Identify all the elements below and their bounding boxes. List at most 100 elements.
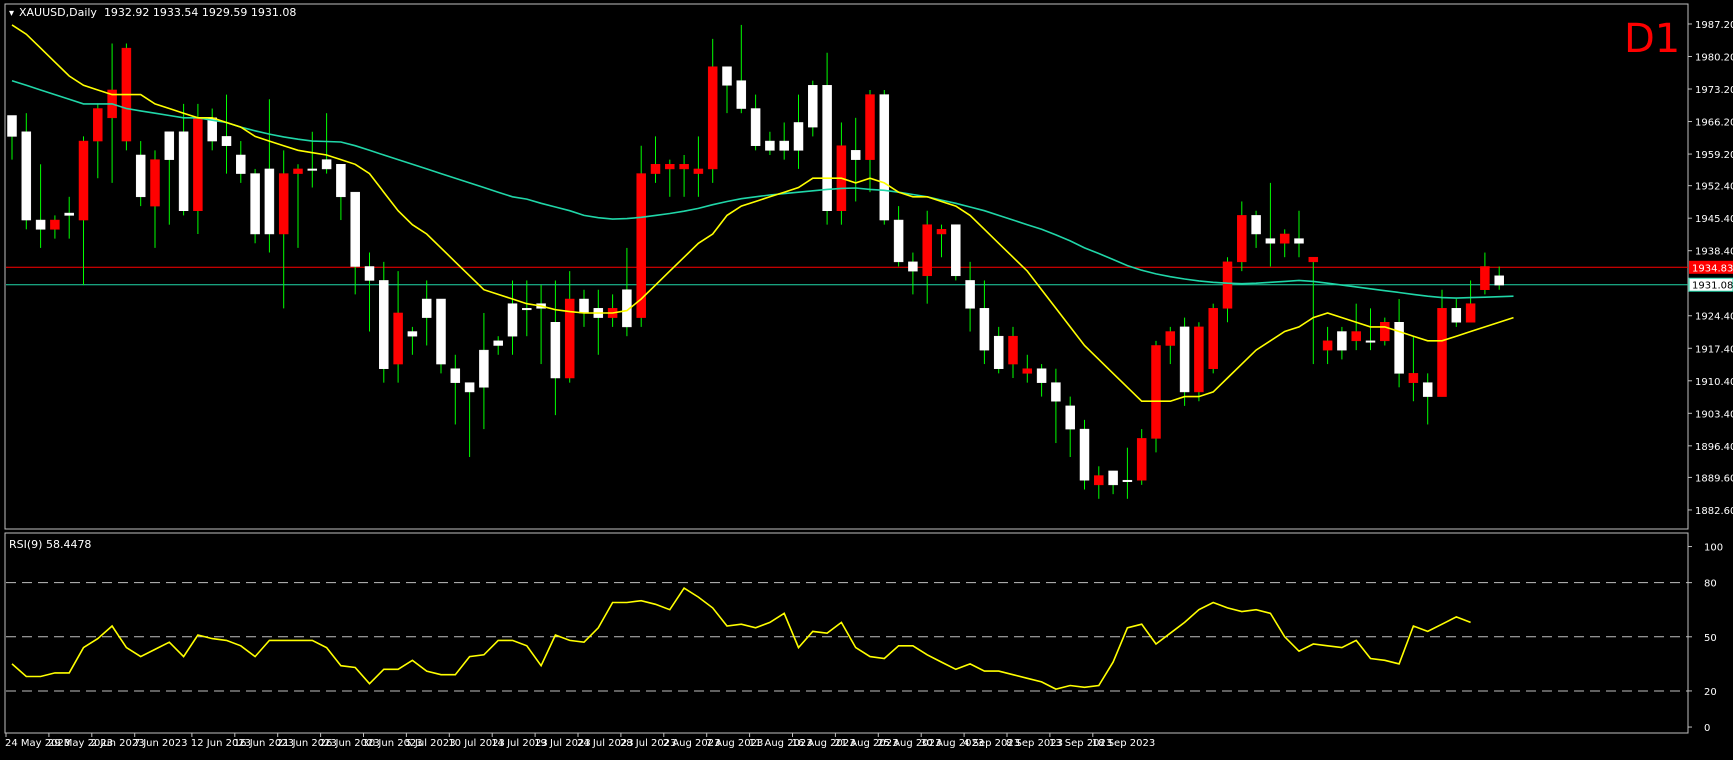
timeframe-badge: D1: [1624, 16, 1680, 62]
candle-bull: [164, 131, 175, 160]
price-tick-label: 1980.20: [1695, 53, 1733, 64]
candle-bull: [808, 85, 818, 128]
price-tick-label: 1938.40: [1695, 247, 1733, 258]
candle-bull: [364, 266, 375, 281]
price-markers: 1934.83 1931.08: [1688, 260, 1733, 292]
candle-bull: [507, 303, 518, 337]
ma-fast-line: [11, 24, 1514, 403]
moving-average-series: [11, 24, 1514, 403]
candle-bull: [908, 261, 918, 272]
candle-bull: [1108, 470, 1118, 486]
candle-bear: [78, 140, 89, 221]
candle-bull: [822, 85, 832, 211]
price-marker-red-label: 1934.83: [1692, 263, 1733, 274]
candle-bear: [1208, 308, 1218, 369]
price-reference-lines: [6, 266, 1688, 286]
candle-bull: [236, 154, 246, 174]
candle-bull: [879, 94, 890, 221]
candle-bull: [7, 115, 17, 137]
candle-bull: [1337, 331, 1347, 351]
candle-bull: [750, 108, 761, 146]
rsi-series: [11, 587, 1471, 690]
candle-bear: [1279, 233, 1290, 244]
candle-bull: [1422, 382, 1433, 397]
candle-bull: [1065, 405, 1075, 430]
candle-bear: [1151, 345, 1161, 439]
time-axis: 24 May 202329 May 20232 Jun 20237 Jun 20…: [5, 733, 1155, 749]
symbol-dropdown-icon[interactable]: ▾: [9, 8, 14, 19]
price-tick-label: 1882.60: [1695, 506, 1733, 517]
candle-bear: [1008, 335, 1018, 365]
candle-bull: [264, 168, 275, 235]
price-tick-label: 1896.40: [1695, 442, 1733, 453]
candle-bull: [336, 164, 346, 198]
chart-root: 1987.20 1980.20 1973.20 1966.20 1959.20 1952.…: [0, 0, 1733, 756]
candle-bull: [1451, 308, 1462, 323]
candle-bull: [321, 159, 332, 170]
candle-bear: [1480, 266, 1490, 290]
candle-bull: [951, 224, 961, 277]
candle-bull: [1494, 275, 1504, 286]
candle-bear: [1437, 308, 1447, 397]
candle-bull: [421, 298, 432, 318]
candle-bull: [221, 136, 232, 146]
rsi-axis: 100 80 50 20 0: [6, 543, 1723, 734]
candle-bear: [1094, 475, 1104, 486]
candle-bear: [679, 164, 689, 170]
candle-bull: [1251, 215, 1261, 235]
candle-bull: [1079, 428, 1090, 481]
candle-bear: [936, 229, 947, 235]
price-tick-label: 1945.40: [1695, 214, 1733, 225]
candle-bear: [293, 168, 303, 174]
symbol-header: XAUUSD,Daily 1932.92 1933.54 1929.59 193…: [19, 6, 296, 19]
candle-bear: [1408, 373, 1419, 383]
candle-bull: [765, 140, 775, 151]
candle-bull: [1265, 238, 1276, 244]
candle-bear: [278, 173, 289, 235]
candle-bull: [135, 154, 146, 198]
candle-bull: [979, 308, 990, 351]
candle-bull: [35, 219, 46, 230]
candle-bull: [407, 331, 418, 337]
candle-bull: [793, 122, 804, 151]
candle-bull: [379, 280, 389, 369]
price-tick-label: 1903.40: [1695, 409, 1733, 420]
candle-bull: [1179, 326, 1190, 393]
candle-bear: [1165, 331, 1176, 346]
price-tick-label: 1910.40: [1695, 377, 1733, 388]
chart-svg: 1987.20 1980.20 1973.20 1966.20 1959.20 1952.…: [4, 3, 1733, 749]
candle-bear: [150, 159, 160, 207]
candle-bull: [579, 298, 589, 314]
candle-bear: [693, 168, 704, 174]
time-tick-label: 7 Jun 2023: [134, 738, 188, 749]
candle-bull: [850, 150, 861, 160]
ma-slow-line: [11, 79, 1514, 299]
candle-bear: [193, 117, 203, 211]
candle-bear: [1351, 331, 1361, 342]
candle-bear: [1322, 340, 1333, 351]
price-tick-label: 1973.20: [1695, 85, 1733, 96]
candle-bull: [1036, 368, 1047, 383]
candle-bull: [1122, 479, 1133, 482]
time-tick-label: 18 Sep 2023: [1092, 738, 1155, 749]
candle-bear: [1222, 261, 1233, 309]
candle-bull: [479, 349, 489, 388]
rsi-header: RSI(9) 58.4478: [9, 538, 91, 551]
candle-bull: [722, 66, 732, 86]
candle-bear: [93, 108, 103, 142]
price-marker-teal-label: 1931.08: [1692, 281, 1733, 292]
candle-bull: [307, 168, 318, 171]
candle-bull: [893, 219, 904, 263]
rsi-tick-label: 80: [1704, 579, 1717, 590]
price-tick-label: 1917.40: [1695, 344, 1733, 355]
price-tick-label: 1952.40: [1695, 182, 1733, 193]
candle-bull: [21, 131, 32, 221]
price-pane-border: [4, 3, 1689, 530]
candle-bear: [1380, 322, 1390, 342]
price-tick-label: 1987.20: [1695, 20, 1733, 31]
candle-bull: [464, 382, 475, 393]
candle-bull: [1365, 340, 1376, 343]
candle-bear: [650, 164, 661, 174]
candle-bull: [493, 340, 503, 346]
rsi-line: [11, 587, 1471, 690]
